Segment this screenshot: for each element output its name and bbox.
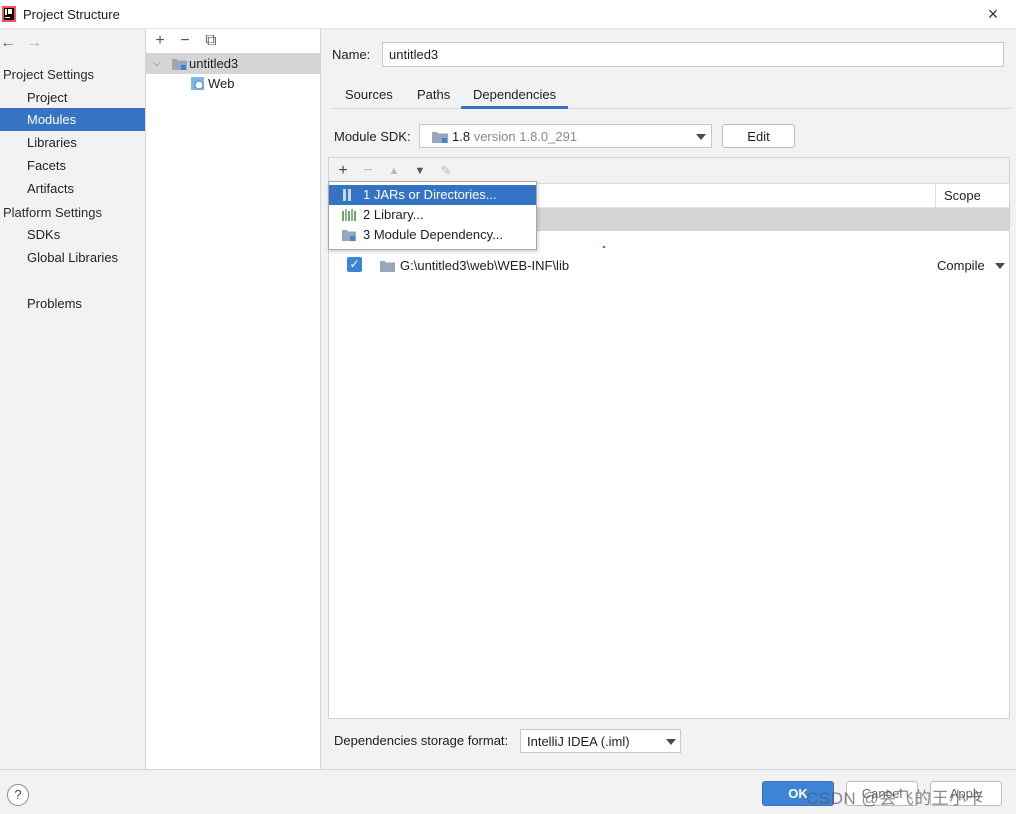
dependency-export-checkbox[interactable]: ✓: [347, 257, 362, 272]
move-up-icon[interactable]: ▲: [385, 162, 403, 180]
jar-dir-icon: [343, 189, 351, 201]
sidebar-item-libraries[interactable]: Libraries: [0, 131, 145, 154]
module-name-field[interactable]: [382, 42, 1004, 67]
web-facet-icon: [191, 77, 204, 90]
menu-item-label: 2 Library...: [363, 207, 424, 222]
chevron-down-icon[interactable]: [995, 263, 1005, 269]
jdk-folder-icon: [432, 132, 448, 143]
module-icon: [342, 230, 356, 241]
project-settings-heading: Project Settings: [3, 67, 95, 82]
module-folder-icon: [172, 59, 187, 70]
sidebar-item-facets[interactable]: Facets: [0, 154, 145, 177]
platform-settings-heading: Platform Settings: [3, 205, 102, 220]
tree-node-label: Web: [208, 76, 235, 91]
copy-module-icon[interactable]: ⧉: [202, 32, 220, 50]
table-row[interactable]: ✓ G:\untitled3\web\WEB-INF\lib Compile: [329, 254, 1009, 278]
menu-item-library[interactable]: 2 Library...: [329, 205, 536, 225]
remove-module-icon[interactable]: −: [176, 32, 194, 50]
folder-icon: [380, 261, 395, 272]
forward-arrow-icon[interactable]: →: [26, 35, 44, 51]
edit-pencil-icon[interactable]: ✎: [437, 162, 455, 180]
storage-format-label: Dependencies storage format:: [334, 733, 509, 748]
edit-sdk-button[interactable]: Edit: [722, 124, 795, 148]
settings-sidebar: ← → Project Settings Project Modules Lib…: [0, 29, 146, 769]
cancel-button[interactable]: Cancel: [846, 781, 918, 806]
window-title: Project Structure: [23, 7, 120, 22]
remove-dependency-icon[interactable]: −: [359, 162, 377, 180]
tree-node-web[interactable]: Web: [146, 73, 321, 94]
sidebar-item-problems[interactable]: Problems: [0, 292, 145, 315]
tab-dependencies[interactable]: Dependencies: [461, 87, 569, 109]
module-editor-panel: Name: Sources Paths Dependencies Module …: [321, 29, 1016, 769]
close-icon[interactable]: ×: [984, 5, 1002, 23]
menu-item-label: 1 JARs or Directories...: [363, 187, 497, 202]
add-module-icon[interactable]: +: [151, 32, 169, 50]
sidebar-item-sdks[interactable]: SDKs: [0, 223, 145, 246]
intellij-logo-icon: [2, 6, 16, 22]
module-tabs: Sources Paths Dependencies: [331, 81, 1011, 109]
dependency-path: G:\untitled3\web\WEB-INF\lib: [400, 258, 570, 273]
sidebar-item-artifacts[interactable]: Artifacts: [0, 177, 145, 200]
dialog-footer: ? OK Cancel Apply CSDN @会飞的王小卡: [0, 769, 1016, 814]
red-dot-marker: [603, 246, 605, 248]
name-label: Name:: [332, 47, 371, 62]
sidebar-item-modules[interactable]: Modules: [0, 108, 145, 131]
add-dependency-menu: 1 JARs or Directories... 2 Library... 3 …: [328, 181, 537, 250]
sidebar-item-project[interactable]: Project: [0, 86, 145, 109]
ok-button[interactable]: OK: [762, 781, 834, 806]
chevron-down-icon[interactable]: ⌵: [153, 53, 161, 74]
history-nav: ← →: [0, 35, 60, 51]
menu-item-label: 3 Module Dependency...: [363, 227, 503, 242]
storage-format-value: IntelliJ IDEA (.iml): [527, 734, 630, 749]
module-sdk-dropdown[interactable]: 1.8 version 1.8.0_291: [419, 124, 712, 148]
back-arrow-icon[interactable]: ←: [0, 35, 18, 51]
title-bar: Project Structure ×: [0, 0, 1016, 29]
sidebar-item-global-libraries[interactable]: Global Libraries: [0, 246, 145, 269]
storage-format-dropdown[interactable]: IntelliJ IDEA (.iml): [520, 729, 681, 753]
scope-dropdown[interactable]: Compile: [937, 258, 985, 273]
move-down-icon[interactable]: ▼: [411, 162, 429, 180]
sdk-version-detail: version 1.8.0_291: [473, 129, 578, 144]
tree-node-untitled3[interactable]: ⌵ untitled3: [146, 53, 321, 74]
tree-node-label: untitled3: [189, 56, 239, 71]
library-icon: [342, 209, 356, 221]
menu-item-jars-or-directories[interactable]: 1 JARs or Directories...: [329, 185, 536, 205]
add-dependency-icon[interactable]: +: [334, 162, 352, 180]
module-sdk-label: Module SDK:: [334, 129, 411, 144]
chevron-down-icon: [696, 134, 706, 140]
apply-button[interactable]: Apply: [930, 781, 1002, 806]
module-tree-toolbar: + − ⧉: [146, 31, 321, 51]
chevron-down-icon: [666, 739, 676, 745]
sdk-version: 1.8: [452, 129, 471, 144]
scope-column-header[interactable]: Scope: [935, 184, 1009, 208]
tab-paths[interactable]: Paths: [417, 87, 450, 109]
help-icon[interactable]: ?: [7, 784, 29, 806]
tab-sources[interactable]: Sources: [345, 87, 393, 109]
menu-item-module-dependency[interactable]: 3 Module Dependency...: [329, 225, 536, 245]
module-tree-panel: + − ⧉ ⌵ untitled3 Web: [146, 29, 321, 769]
